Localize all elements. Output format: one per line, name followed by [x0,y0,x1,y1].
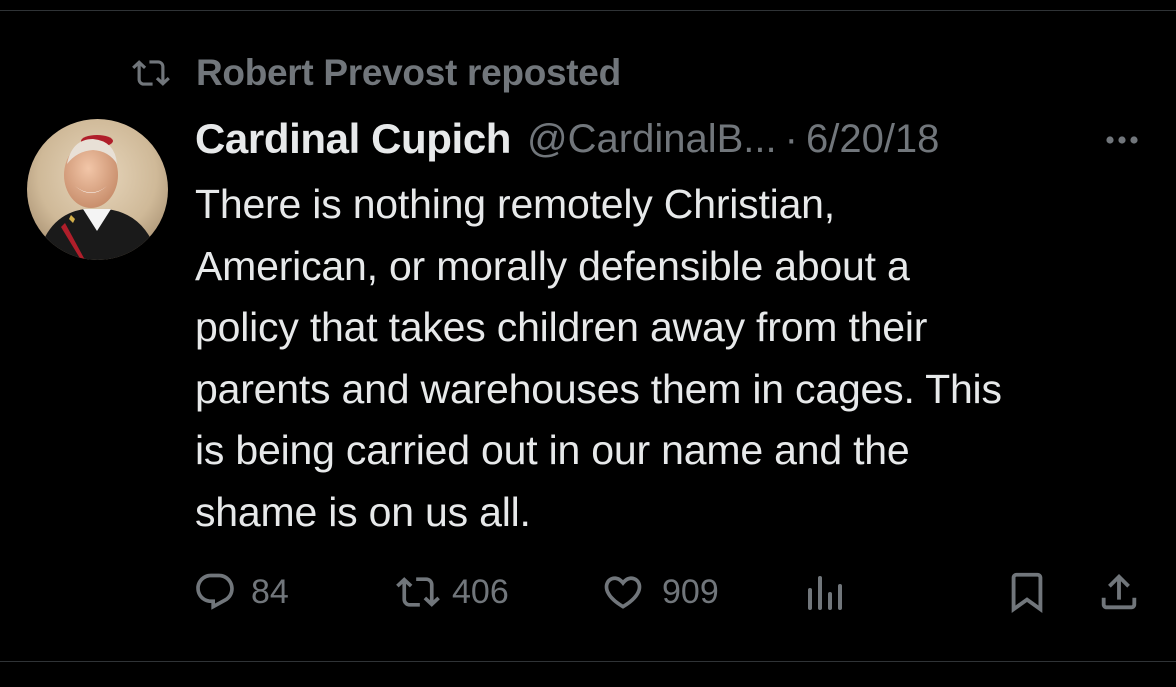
repost-icon [128,50,174,96]
action-bar: 84 406 909 [0,560,1176,624]
reply-button[interactable]: 84 [193,560,289,624]
views-button[interactable] [802,560,850,624]
tweet-text-line: is being carried out in our name and the [195,427,910,473]
bookmark-button[interactable] [1004,560,1050,624]
tweet-header: Cardinal Cupich @CardinalB... · 6/20/18 [195,112,939,166]
repost-label[interactable]: Robert Prevost reposted [196,52,621,94]
avatar[interactable] [27,119,168,260]
repost-icon [394,570,442,614]
reply-count: 84 [251,572,289,611]
user-handle[interactable]: @CardinalB... [527,117,777,162]
analytics-icon [802,570,850,614]
tweet-date[interactable]: 6/20/18 [806,117,939,162]
like-count: 909 [662,572,719,611]
tweet-text-line: policy that takes children away from the… [195,304,928,350]
repost-count: 406 [452,572,509,611]
bottom-divider [0,661,1176,662]
bookmark-icon [1004,569,1050,615]
like-button[interactable]: 909 [600,560,719,624]
tweet-text-line: There is nothing remotely Christian, [195,181,835,227]
repost-context: Robert Prevost reposted [128,50,621,96]
tweet-card[interactable]: Robert Prevost reposted Cardinal Cupich … [0,0,1176,687]
tweet-text-line: parents and warehouses them in cages. Th… [195,365,1002,412]
separator-dot: · [784,116,798,161]
tweet-text-line: shame is on us all. [195,488,531,535]
share-icon [1096,569,1142,615]
heart-icon [600,570,646,614]
share-button[interactable] [1096,560,1142,624]
more-horizontal-icon[interactable] [1098,122,1146,158]
tweet-text-line: American, or morally defensible about a [195,242,910,289]
repost-button[interactable]: 406 [394,560,509,624]
tweet-text: There is nothing remotely Christian, Ame… [195,174,1165,543]
display-name[interactable]: Cardinal Cupich [195,115,511,163]
top-divider [0,10,1176,11]
reply-icon [193,570,237,614]
